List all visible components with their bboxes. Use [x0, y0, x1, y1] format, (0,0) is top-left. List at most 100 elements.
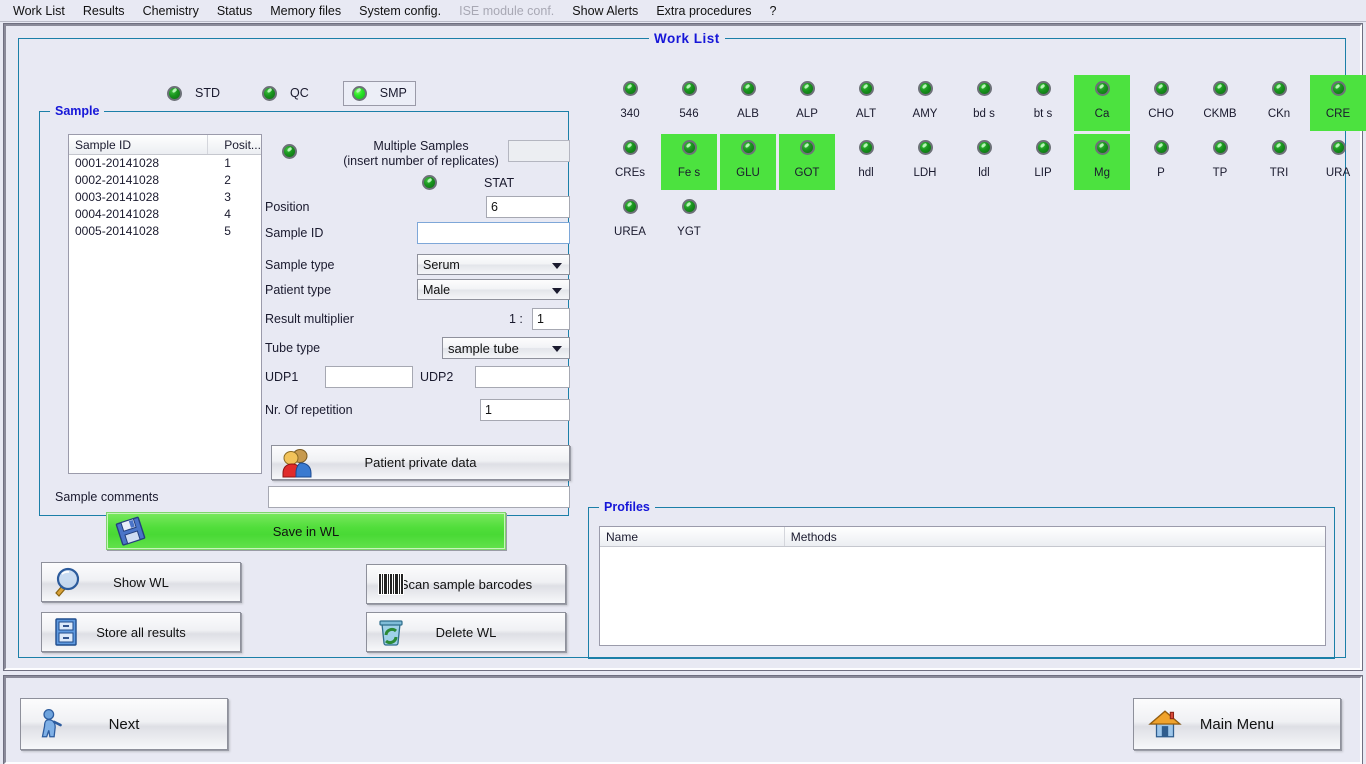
sample-id-label: Sample ID [265, 226, 324, 240]
led-icon-546 [681, 81, 697, 96]
mode-option-std[interactable]: STD [159, 82, 228, 105]
menu-item-memory-files[interactable]: Memory files [261, 2, 350, 20]
test-label-340: 340 [620, 108, 640, 120]
menu-item-status[interactable]: Status [208, 2, 261, 20]
test-button-ckn[interactable]: CKn [1251, 75, 1307, 131]
scan-sample-barcodes-button[interactable]: Scan sample barcodes [366, 564, 566, 604]
led-indicator-stat[interactable] [422, 175, 437, 190]
patient-type-select[interactable]: Male [417, 279, 570, 300]
column-header-position: Posit... [224, 138, 261, 152]
sample-type-select[interactable]: Serum [417, 254, 570, 275]
test-button-p[interactable]: P [1133, 134, 1189, 190]
mode-label-smp: SMP [379, 86, 407, 100]
test-button-ygt[interactable]: YGT [661, 193, 717, 249]
profiles-list-header: Name Methods [600, 527, 1325, 547]
repetition-input[interactable] [480, 399, 570, 421]
show-wl-label: Show WL [113, 574, 169, 590]
position-input[interactable] [486, 196, 570, 218]
mode-option-qc[interactable]: QC [254, 82, 317, 105]
sample-comments-input[interactable] [268, 486, 570, 508]
menu-item-show-alerts[interactable]: Show Alerts [563, 2, 647, 20]
cell-position: 4 [224, 207, 231, 221]
result-multiplier-input[interactable] [532, 308, 570, 330]
test-button-ldl[interactable]: ldl [956, 134, 1012, 190]
test-button-alb[interactable]: ALB [720, 75, 776, 131]
test-button-340[interactable]: 340 [602, 75, 658, 131]
table-row[interactable]: 0003-20141028 3 [69, 189, 261, 206]
next-button[interactable]: Next [20, 698, 228, 750]
menu-item-system-config[interactable]: System config. [350, 2, 450, 20]
led-icon-cre [1330, 81, 1346, 96]
column-header-name: Name [600, 527, 785, 546]
menu-item-results[interactable]: Results [74, 2, 134, 20]
test-button-ura[interactable]: URA [1310, 134, 1366, 190]
led-icon-ca [1094, 81, 1110, 96]
test-button-got[interactable]: GOT [779, 134, 835, 190]
udp2-input[interactable] [475, 366, 570, 388]
led-icon-cho [1153, 81, 1169, 96]
test-button-bt-s[interactable]: bt s [1015, 75, 1071, 131]
test-button-alt[interactable]: ALT [838, 75, 894, 131]
udp1-input[interactable] [325, 366, 413, 388]
menu-item-chemistry[interactable]: Chemistry [134, 2, 208, 20]
main-menu-button[interactable]: Main Menu [1133, 698, 1341, 750]
show-wl-button[interactable]: Show WL [41, 562, 241, 602]
menu-bar: Work List Results Chemistry Status Memor… [0, 0, 1366, 22]
sample-list[interactable]: Sample ID Posit... 0001-20141028 1 0002-… [68, 134, 262, 474]
menu-item-extra-procedures[interactable]: Extra procedures [647, 2, 760, 20]
test-button-alp[interactable]: ALP [779, 75, 835, 131]
table-row[interactable]: 0002-20141028 2 [69, 172, 261, 189]
table-row[interactable]: 0004-20141028 4 [69, 206, 261, 223]
test-button-mg[interactable]: Mg [1074, 134, 1130, 190]
test-button-cho[interactable]: CHO [1133, 75, 1189, 131]
patient-private-data-button[interactable]: Patient private data [271, 445, 570, 480]
test-button-ldh[interactable]: LDH [897, 134, 953, 190]
tube-type-label: Tube type [265, 341, 321, 355]
test-button-urea[interactable]: UREA [602, 193, 658, 249]
led-icon-tri [1271, 140, 1287, 155]
test-label-cres: CREs [614, 167, 646, 179]
position-label: Position [265, 200, 310, 214]
led-indicator-multiple-samples[interactable] [282, 144, 297, 159]
cell-sample-id: 0003-20141028 [75, 190, 160, 204]
led-icon-cres [622, 140, 638, 155]
test-button-ca[interactable]: Ca [1074, 75, 1130, 131]
multiple-samples-label-line1: Multiple Samples [373, 139, 469, 153]
delete-wl-button[interactable]: Delete WL [366, 612, 566, 652]
test-button-546[interactable]: 546 [661, 75, 717, 131]
test-button-tri[interactable]: TRI [1251, 134, 1307, 190]
save-disk-icon [115, 516, 146, 546]
menu-item-work-list[interactable]: Work List [4, 2, 74, 20]
work-list-group: Work List STD QC SMP 340 546 ALB ALP ALT… [18, 31, 1366, 659]
table-row[interactable]: 0005-20141028 5 [69, 223, 261, 240]
udp1-label: UDP1 [265, 370, 299, 384]
test-button-ckmb[interactable]: CKMB [1192, 75, 1248, 131]
test-button-cre[interactable]: CRE [1310, 75, 1366, 131]
test-button-fe-s[interactable]: Fe s [661, 134, 717, 190]
led-icon-amy [917, 81, 933, 96]
tube-type-select[interactable]: sample tube [442, 337, 570, 359]
save-in-wl-button[interactable]: Save in WL [106, 512, 506, 550]
cell-position: 1 [224, 156, 231, 170]
menu-item-help[interactable]: ? [761, 2, 786, 20]
test-button-cres[interactable]: CREs [602, 134, 658, 190]
test-label-bt-s: bt s [1033, 108, 1053, 120]
mode-option-smp[interactable]: SMP [342, 80, 416, 106]
test-button-amy[interactable]: AMY [897, 75, 953, 131]
sample-mode-selector: STD QC SMP [159, 79, 442, 107]
test-button-hdl[interactable]: hdl [838, 134, 894, 190]
test-button-lip[interactable]: LIP [1015, 134, 1071, 190]
store-all-results-label: Store all results [96, 624, 186, 640]
mode-label-std: STD [195, 86, 220, 100]
test-button-tp[interactable]: TP [1192, 134, 1248, 190]
led-icon-alt [858, 81, 874, 96]
test-button-bd-s[interactable]: bd s [956, 75, 1012, 131]
table-row[interactable]: 0001-20141028 1 [69, 155, 261, 172]
test-label-ca: Ca [1094, 108, 1110, 120]
test-button-glu[interactable]: GLU [720, 134, 776, 190]
test-label-tp: TP [1212, 167, 1228, 179]
replicates-input[interactable] [508, 140, 570, 162]
store-all-results-button[interactable]: Store all results [41, 612, 241, 652]
sample-id-input[interactable] [417, 222, 570, 244]
profiles-list[interactable]: Name Methods [599, 526, 1326, 646]
